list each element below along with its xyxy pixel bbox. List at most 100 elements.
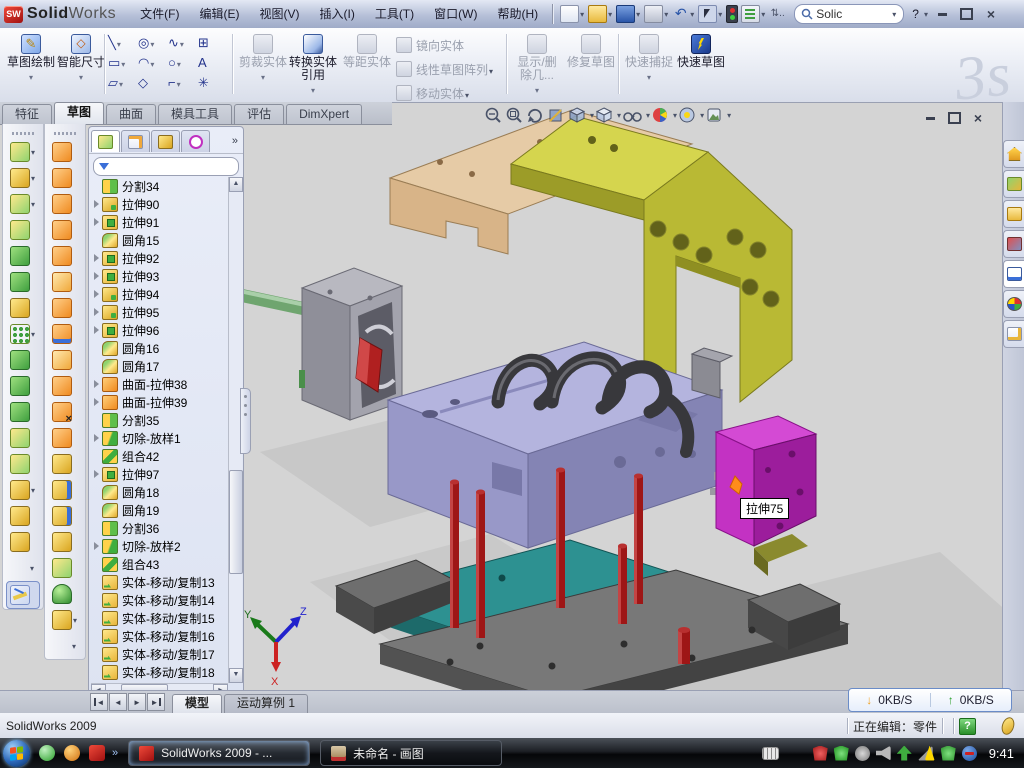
tree-item[interactable]: 拉伸91 — [91, 213, 228, 231]
antivirus-shield-icon[interactable] — [813, 746, 828, 761]
tree-item[interactable]: 实体-移动/复制13 — [91, 573, 228, 591]
defender-shield-icon[interactable] — [941, 746, 956, 761]
property-manager-tab[interactable] — [121, 130, 150, 152]
tree-item[interactable]: 切除-放样2 — [91, 537, 228, 555]
panel-overflow-button[interactable]: » — [232, 135, 241, 147]
expand-arrow-icon[interactable] — [92, 308, 101, 317]
last-tab-button[interactable]: ► — [147, 693, 165, 711]
tree-item[interactable]: 拉伸90 — [91, 195, 228, 213]
resources-tab[interactable] — [1003, 140, 1024, 168]
tree-item[interactable]: 圆角16 — [91, 339, 228, 357]
rectangle-icon[interactable]: ▭▾ — [108, 54, 138, 74]
tree-item[interactable]: 实体-移动/复制16 — [91, 627, 228, 645]
command-tab[interactable]: 曲面 — [106, 104, 156, 124]
command-tab[interactable]: 评估 — [234, 104, 284, 124]
sketch-button[interactable]: ✎ 草图绘制▾ — [6, 32, 56, 84]
expand-arrow-icon[interactable] — [92, 218, 101, 227]
tree-item[interactable]: 拉伸97 — [91, 465, 228, 483]
tree-item[interactable]: 实体-移动/复制18 — [91, 663, 228, 681]
appearances-dropdown[interactable]: ▾ — [673, 111, 677, 120]
help-button[interactable]: ? — [904, 1, 923, 28]
command-tab[interactable]: 特征 — [2, 104, 52, 124]
display-style-dropdown[interactable]: ▾ — [617, 111, 621, 120]
expand-arrow-icon[interactable] — [92, 326, 101, 335]
tree-item[interactable]: 拉伸93 — [91, 267, 228, 285]
appearances-tab[interactable] — [1003, 290, 1024, 318]
taskbar-button[interactable]: 未命名 - 画图 — [320, 740, 502, 766]
tree-item[interactable]: 实体-移动/复制15 — [91, 609, 228, 627]
menu-item[interactable]: 窗口(W) — [424, 1, 487, 28]
first-tab-button[interactable]: ◄ — [90, 693, 108, 711]
scene-icon[interactable] — [678, 106, 696, 124]
search-results-tab[interactable] — [1003, 230, 1024, 258]
scroll-up-button[interactable]: ▲ — [229, 177, 243, 192]
ellipse-icon[interactable]: ○▾ — [168, 54, 198, 74]
tree-item[interactable]: 分割35 — [91, 411, 228, 429]
tree-item[interactable]: 圆角18 — [91, 483, 228, 501]
expand-arrow-icon[interactable] — [92, 254, 101, 263]
tree-item[interactable]: 分割34 — [91, 177, 228, 195]
sync-blocked-icon[interactable] — [962, 746, 977, 761]
document-tab[interactable]: 运动算例 1 — [224, 694, 308, 713]
section-view-icon[interactable] — [547, 106, 565, 124]
command-tab[interactable]: 模具工具 — [158, 104, 232, 124]
appearances-icon[interactable] — [651, 106, 669, 124]
start-button[interactable] — [3, 740, 30, 767]
upload-status-icon[interactable] — [897, 746, 912, 761]
undo-icon[interactable]: ↶ — [672, 6, 689, 22]
quicklaunch-messenger-icon[interactable] — [39, 745, 55, 761]
search-box[interactable]: Solic ▾ — [794, 4, 904, 24]
part-magenta-block[interactable] — [716, 416, 816, 546]
quicklaunch-app-icon[interactable] — [64, 745, 80, 761]
expand-arrow-icon[interactable] — [92, 200, 101, 209]
xpress-tools-icon[interactable]: ⇅.. — [769, 6, 786, 22]
tree-item[interactable]: 组合43 — [91, 555, 228, 573]
close-button[interactable]: × — [981, 6, 1001, 22]
command-tab[interactable]: 草图 — [54, 102, 104, 124]
convert-entities-button[interactable]: 转换实体引用▾ — [288, 32, 338, 97]
design-library-tab[interactable] — [1003, 170, 1024, 198]
security-shield-icon[interactable] — [834, 746, 849, 761]
tree-item[interactable]: 圆角19 — [91, 501, 228, 519]
menu-item[interactable]: 插入(I) — [309, 1, 364, 28]
taskbar-clock[interactable]: 9:41 — [989, 746, 1014, 761]
volume-icon[interactable] — [876, 746, 891, 761]
tree-item[interactable]: 圆角15 — [91, 231, 228, 249]
hide-show-items-icon[interactable] — [622, 106, 642, 124]
display-style-icon[interactable] — [595, 106, 613, 124]
part-gray-clamp[interactable] — [299, 268, 402, 420]
file-explorer-tab[interactable] — [1003, 200, 1024, 228]
doc-close-button[interactable]: × — [968, 110, 988, 126]
custom-properties-tab[interactable] — [1003, 320, 1024, 348]
spline-icon[interactable]: ∿▾ — [168, 34, 198, 54]
expand-arrow-icon[interactable] — [92, 542, 101, 551]
tree-item[interactable]: 拉伸96 — [91, 321, 228, 339]
taskbar-button[interactable]: SolidWorks 2009 - ... — [128, 740, 310, 766]
doc-minimize-button[interactable] — [920, 110, 940, 126]
text-icon[interactable]: A▾ — [198, 54, 228, 74]
view-orientation-dropdown[interactable]: ▾ — [590, 111, 594, 120]
new-file-icon[interactable] — [560, 5, 579, 23]
panel-splitter-handle[interactable] — [240, 388, 251, 454]
rebuild-icon[interactable] — [726, 5, 738, 23]
line-icon[interactable]: ╲▾ — [108, 34, 138, 54]
graphics-viewport[interactable]: Y Z X ▾ ▾ ▾ ▾ ▾ ▾ × — [240, 102, 1002, 690]
tree-item[interactable]: 分割36 — [91, 519, 228, 537]
view-orientation-icon[interactable] — [568, 106, 586, 124]
view-palette-tab[interactable] — [1003, 260, 1024, 288]
prev-tab-button[interactable]: ◄ — [109, 693, 127, 711]
scene-dropdown[interactable]: ▾ — [700, 111, 704, 120]
dimxpert-manager-tab[interactable] — [181, 130, 210, 152]
tree-item[interactable]: 曲面-拉伸39 — [91, 393, 228, 411]
tree-item[interactable]: 拉伸92 — [91, 249, 228, 267]
network-speed-widget[interactable]: ↓0KB/S ↑0KB/S — [848, 688, 1012, 712]
menu-item[interactable]: 视图(V) — [249, 1, 309, 28]
next-tab-button[interactable]: ► — [128, 693, 146, 711]
zoom-area-icon[interactable] — [505, 106, 523, 124]
menu-item[interactable]: 工具(T) — [365, 1, 424, 28]
tree-item[interactable]: 实体-移动/复制14 — [91, 591, 228, 609]
slot-icon[interactable]: ▱▾ — [108, 74, 138, 94]
model-canvas[interactable]: Y Z X — [240, 102, 1002, 690]
hide-show-dropdown[interactable]: ▾ — [646, 111, 650, 120]
sketch-fillet-icon[interactable]: ⌐▾ — [168, 74, 198, 94]
